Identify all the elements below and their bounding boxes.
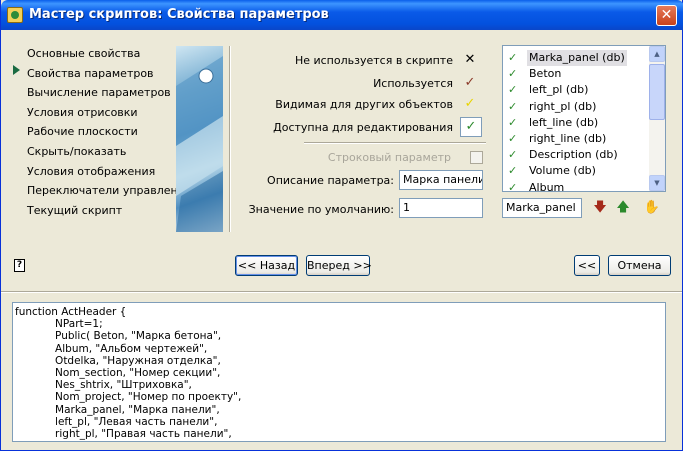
list-item[interactable]: ✓ left_pl (db) bbox=[503, 82, 651, 98]
title-bar[interactable]: Мастер скриптов: Свойства параметров ✕ bbox=[1, 0, 683, 30]
cancel-button[interactable]: Отмена bbox=[608, 255, 671, 276]
list-item[interactable]: ✓ right_pl (db) bbox=[503, 99, 651, 115]
check-icon: ✓ bbox=[508, 99, 518, 113]
nav-item-hide-show[interactable]: Скрыть/показать bbox=[27, 142, 191, 162]
status-editable-label: Доступна для редактирования bbox=[273, 121, 453, 134]
parameter-list[interactable]: ✓ Marka_panel (db) ✓ Beton ✓ left_pl (db) ✓… bbox=[502, 45, 666, 192]
scroll-down-icon[interactable]: ▼ bbox=[649, 175, 665, 191]
code-line: left_pl, "Левая часть панели", bbox=[15, 415, 218, 428]
default-value-label: Значение по умолчанию: bbox=[248, 203, 394, 216]
scroll-up-icon[interactable]: ▲ bbox=[649, 46, 665, 62]
current-step-arrow-icon bbox=[13, 65, 20, 75]
code-line: right_pl, "Правая часть панели", bbox=[15, 428, 232, 440]
next-button[interactable]: Вперед >> bbox=[306, 255, 372, 276]
list-item[interactable]: ✓ Marka_panel (db) bbox=[503, 50, 651, 67]
wizard-step-list: Основные свойства Свойства параметров Вы… bbox=[27, 44, 191, 220]
window-title: Мастер скриптов: Свойства параметров bbox=[29, 7, 329, 22]
help-icon[interactable]: ? bbox=[14, 259, 25, 272]
string-param-checkbox[interactable] bbox=[470, 151, 483, 164]
description-input[interactable]: Марка панели bbox=[399, 170, 483, 190]
description-label: Описание параметра: bbox=[267, 174, 394, 187]
default-value-input[interactable]: 1 bbox=[399, 198, 483, 218]
list-item[interactable]: ✓ right_line (db) bbox=[503, 131, 651, 147]
check-icon: ✓ bbox=[508, 148, 518, 162]
back-button[interactable]: << Назад bbox=[235, 255, 298, 276]
list-item[interactable]: ✓ Description (db) bbox=[503, 147, 651, 163]
code-line: function ActHeader { bbox=[15, 306, 127, 318]
list-item[interactable]: ✓ Album bbox=[503, 180, 651, 192]
nav-item-work-planes[interactable]: Рабочие плоскости bbox=[27, 122, 191, 142]
selected-param-input[interactable]: Marka_panel bbox=[502, 198, 582, 218]
status-used-label: Используется bbox=[373, 77, 453, 90]
nav-item-draw-conditions[interactable]: Условия отрисовки bbox=[27, 103, 191, 123]
close-button[interactable]: ✕ bbox=[656, 5, 677, 26]
nav-item-basic-properties[interactable]: Основные свойства bbox=[27, 44, 191, 64]
check-icon: ✓ bbox=[508, 132, 518, 145]
nav-item-parameter-properties[interactable]: Свойства параметров bbox=[27, 64, 191, 84]
code-line: Marka_panel, "Марка панели", bbox=[15, 403, 220, 416]
check-icon: ✓ bbox=[508, 83, 518, 97]
string-param-label: Строковый параметр bbox=[327, 151, 451, 164]
list-scrollbar[interactable]: ▲ ▼ bbox=[649, 46, 665, 191]
list-item[interactable]: ✓ Beton bbox=[503, 66, 651, 82]
nav-item-current-script[interactable]: Текущий скрипт bbox=[27, 201, 191, 221]
wizard-side-image bbox=[176, 46, 223, 232]
code-line: Nom_section, "Номер секции", bbox=[15, 367, 221, 379]
check-icon: ✓ bbox=[508, 67, 518, 81]
vertical-divider bbox=[229, 46, 231, 232]
list-item[interactable]: ✓ Volume (db) bbox=[503, 163, 651, 179]
nav-item-control-switches[interactable]: Переключатели управления bbox=[27, 181, 191, 201]
code-line: Nes_shtrix, "Штриховка", bbox=[15, 379, 192, 392]
script-code-area[interactable]: function ActHeader { NPart=1; Public( Be… bbox=[12, 302, 666, 442]
code-line: Public( Beton, "Марка бетона", bbox=[15, 330, 222, 343]
back-short-button[interactable]: << bbox=[574, 255, 600, 276]
move-up-arrow-icon[interactable]: 🡅 bbox=[614, 199, 632, 217]
code-line: Otdelka, "Наружная отделка", bbox=[15, 354, 221, 367]
app-icon bbox=[7, 7, 23, 23]
used-check-icon[interactable]: ✓ bbox=[462, 75, 478, 91]
options-divider bbox=[304, 142, 486, 144]
check-icon: ✓ bbox=[508, 115, 518, 129]
hand-icon[interactable]: ✋ bbox=[643, 199, 661, 217]
status-not-used-label: Не используется в скрипте bbox=[294, 54, 453, 67]
check-icon: ✓ bbox=[508, 180, 518, 192]
code-line: Nom_project, "Номер по проекту", bbox=[15, 391, 242, 404]
scroll-thumb[interactable] bbox=[649, 64, 665, 120]
code-line: NPart=1; bbox=[15, 318, 103, 331]
wizard-window: Мастер скриптов: Свойства параметров ✕ О… bbox=[0, 0, 683, 451]
section-divider bbox=[1, 291, 682, 293]
move-down-arrow-icon[interactable]: 🡇 bbox=[591, 199, 609, 217]
check-icon: ✓ bbox=[508, 164, 518, 178]
close-icon: ✕ bbox=[660, 7, 673, 23]
status-visible-label: Видимая для других объектов bbox=[275, 98, 453, 111]
editable-check-icon[interactable]: ✓ bbox=[460, 117, 482, 137]
visible-check-icon[interactable]: ✓ bbox=[462, 96, 478, 112]
nav-item-parameter-calculation[interactable]: Вычисление параметров bbox=[27, 83, 191, 103]
list-item[interactable]: ✓ left_line (db) bbox=[503, 115, 651, 131]
nav-item-display-conditions[interactable]: Условия отображения bbox=[27, 162, 191, 182]
code-line: Album, "Альбом чертежей", bbox=[15, 342, 208, 355]
not-used-icon[interactable]: ✕ bbox=[462, 52, 478, 68]
check-icon: ✓ bbox=[508, 51, 518, 64]
